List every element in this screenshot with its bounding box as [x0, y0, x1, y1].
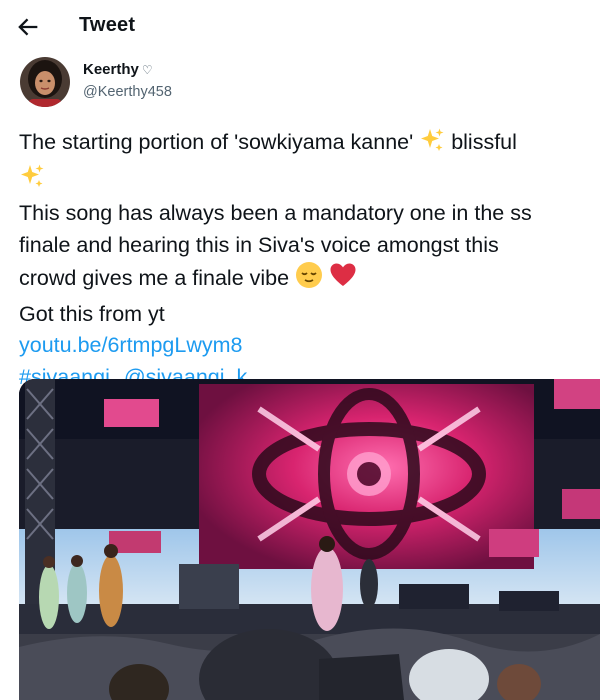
tweet-line-2: [19, 163, 600, 199]
back-button[interactable]: [14, 13, 42, 41]
relieved-face-icon: [295, 261, 323, 299]
arrow-left-icon: [18, 18, 38, 36]
heart-badge-icon: ♡: [141, 63, 153, 77]
tweet-line-5: crowd gives me a finale vibe: [19, 261, 600, 299]
tweet-media-photo[interactable]: [19, 379, 600, 700]
youtube-link[interactable]: youtu.be/6rtmpgLwym8: [19, 333, 242, 357]
tweet-line-1: The starting portion of 'sowkiyama kanne…: [19, 127, 600, 163]
tweet-line-6: Got this from yt: [19, 301, 165, 326]
sparkles-icon: [19, 163, 45, 199]
tweet-line-7: youtu.be/6rtmpgLwym8: [19, 330, 600, 362]
tweet-line-4: finale and hearing this in Siva's voice …: [19, 232, 499, 257]
page-title: Tweet: [79, 14, 136, 36]
avatar[interactable]: [20, 57, 70, 107]
sparkles-icon: [419, 127, 445, 163]
author-handle[interactable]: @Keerthy458: [83, 84, 172, 100]
tweet-text: The starting portion of 'sowkiyama kanne…: [19, 127, 600, 393]
author-name[interactable]: Keerthy ♡: [83, 61, 153, 78]
red-heart-icon: [329, 261, 357, 299]
concert-stage-photo: [19, 379, 600, 700]
tweet-line-3: This song has always been a mandatory on…: [19, 201, 532, 225]
top-bar: Tweet: [0, 0, 600, 54]
author-display-name: Keerthy: [83, 61, 139, 78]
